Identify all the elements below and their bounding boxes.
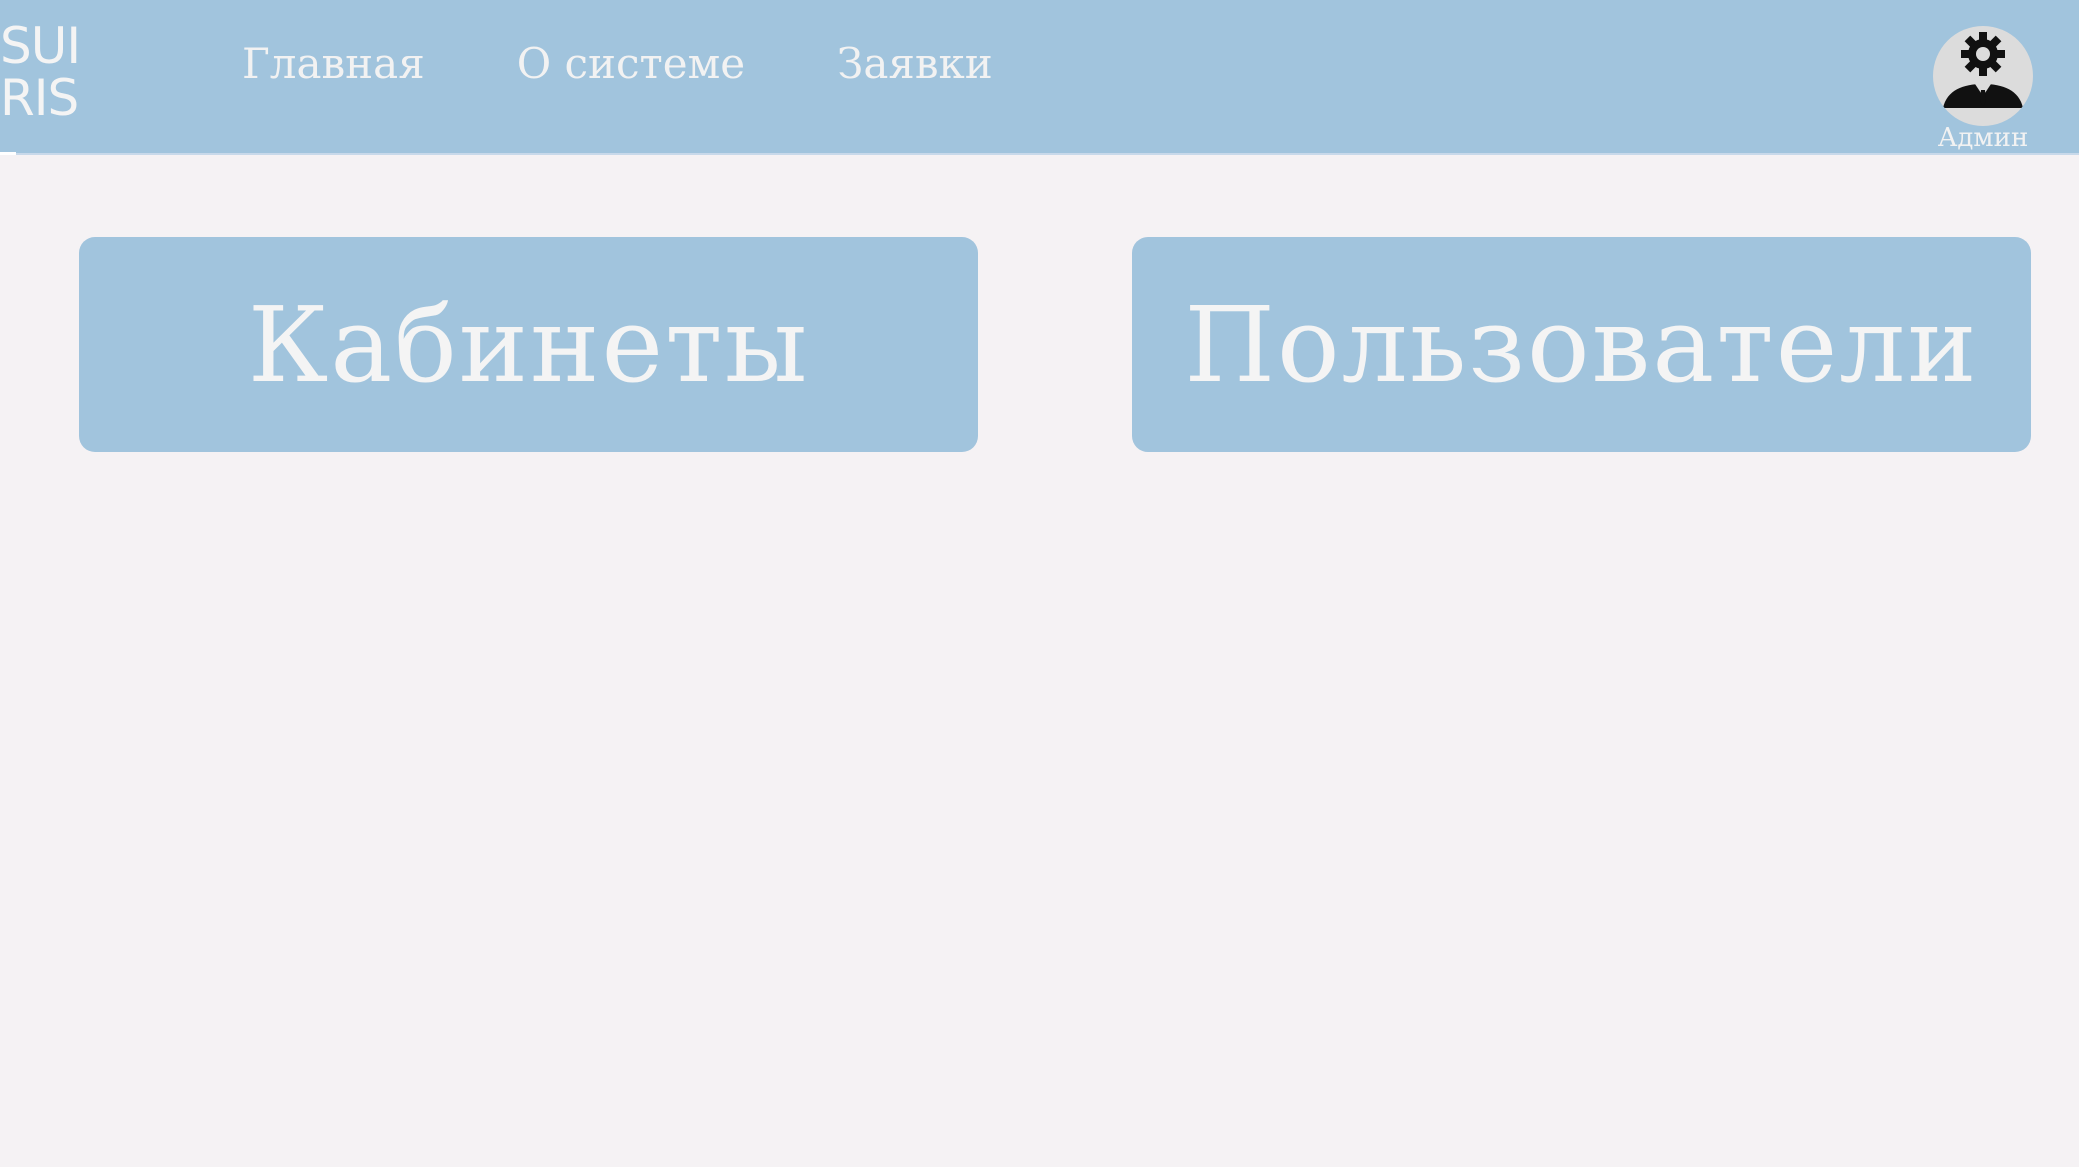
user-label: Админ (1937, 123, 2029, 153)
main-nav: Главная О системе Заявки (242, 38, 1085, 90)
user-menu[interactable]: Админ (1923, 26, 2043, 152)
users-tile-label: Пользователи (1184, 283, 1979, 406)
admin-avatar[interactable] (1933, 26, 2033, 126)
nav-item-home[interactable]: Главная (242, 38, 425, 90)
nav-item-requests[interactable]: Заявки (837, 38, 993, 90)
top-navigation-bar: SUI RIS Главная О системе Заявки Админ (0, 0, 2079, 155)
offices-tile-button[interactable]: Кабинеты (79, 237, 978, 452)
admin-gear-user-icon (1943, 32, 2023, 108)
nav-item-about[interactable]: О системе (517, 38, 745, 90)
logo-line-2: RIS (0, 69, 79, 127)
logo-underline (0, 152, 16, 155)
offices-tile-label: Кабинеты (247, 283, 810, 406)
users-tile-button[interactable]: Пользователи (1132, 237, 2031, 452)
logo[interactable]: SUI RIS (0, 17, 81, 127)
logo-line-1: SUI (0, 17, 81, 75)
